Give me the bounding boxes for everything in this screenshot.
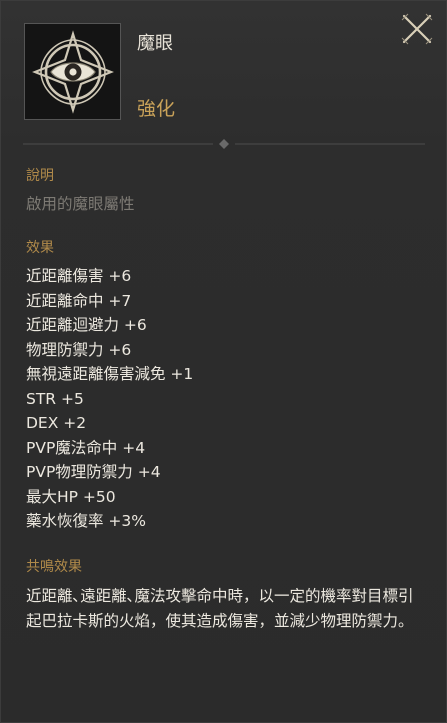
effect-line: 藥水恢復率 +3% bbox=[26, 512, 147, 530]
effect-line: 無視遠距離傷害減免 +1 bbox=[26, 365, 194, 383]
header-divider bbox=[23, 139, 425, 149]
item-name: 魔眼 bbox=[137, 33, 173, 54]
eye-emblem-icon bbox=[31, 29, 114, 114]
close-icon bbox=[401, 13, 433, 45]
effects-list: 近距離傷害 +6 近距離命中 +7 近距離迴避力 +6 物理防禦力 +6 無視遠… bbox=[26, 264, 193, 534]
item-tag: 強化 bbox=[137, 98, 176, 120]
effect-line: PVP物理防禦力 +4 bbox=[26, 463, 161, 481]
effect-line: 近距離傷害 +6 bbox=[26, 267, 132, 285]
item-header: 魔眼 強化 bbox=[1, 1, 446, 149]
effect-line: 近距離迴避力 +6 bbox=[26, 316, 147, 334]
item-tooltip-panel: 魔眼 強化 說明 啟用的魔眼屬性 效果 近距離傷害 +6 近距離命中 +7 近距… bbox=[0, 0, 447, 723]
effect-line: 近距離命中 +7 bbox=[26, 291, 132, 310]
description-label: 說明 bbox=[26, 168, 54, 184]
effect-line: STR +5 bbox=[26, 389, 84, 408]
effect-line: PVP魔法命中 +4 bbox=[26, 438, 146, 457]
close-button[interactable] bbox=[399, 11, 435, 47]
effect-line: DEX +2 bbox=[26, 414, 87, 432]
description-text: 啟用的魔眼屬性 bbox=[26, 195, 135, 213]
resonance-text: 近距離､遠距離､魔法攻擊命中時，以一定的機率對目標引起巴拉卡斯的火焰，使其造成傷… bbox=[26, 587, 414, 630]
effect-line: 最大HP +50 bbox=[26, 487, 116, 506]
effect-line: 物理防禦力 +6 bbox=[26, 340, 132, 359]
effects-label: 效果 bbox=[26, 240, 54, 256]
resonance-label: 共鳴效果 bbox=[26, 559, 82, 575]
item-icon-frame bbox=[24, 23, 121, 120]
